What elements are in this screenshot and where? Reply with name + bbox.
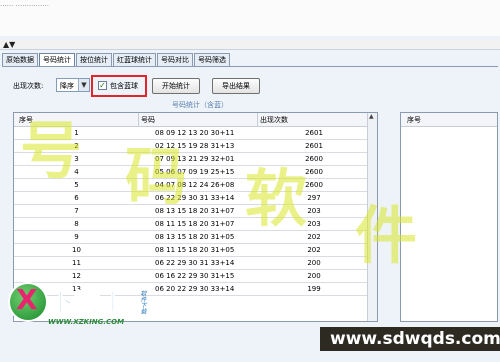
col-header-no[interactable]: 序号 xyxy=(19,115,33,125)
chevron-down-icon[interactable]: ▼ xyxy=(78,79,89,91)
table-row[interactable]: 4 05 06 07 09 19 25+15 2600 xyxy=(14,166,377,179)
tab-strip: 原始数据 号码统计 按位统计 红蓝球统计 号码对比 号码筛选 xyxy=(2,53,231,67)
cell-code: 06 16 22 29 30 31+15 xyxy=(155,272,235,280)
detail-col-no[interactable]: 序号 xyxy=(407,115,421,125)
cell-code: 08 11 15 18 20 31+05 xyxy=(155,246,235,254)
cell-count: 297 xyxy=(307,194,321,202)
cell-count: 2600 xyxy=(305,155,323,163)
grid-header: 序号 号码 出现次数 xyxy=(14,113,377,127)
collapse-bar[interactable]: ▲▼ xyxy=(0,40,500,50)
cell-count: 2601 xyxy=(305,142,323,150)
start-stats-button[interactable]: 开始统计 xyxy=(152,78,200,94)
site-watermark: www.sdwqds.com xyxy=(320,327,500,351)
cell-count: 202 xyxy=(307,233,321,241)
cell-count: 2600 xyxy=(305,168,323,176)
logo-cn-tag: 软件下载 xyxy=(139,290,146,314)
cell-count: 199 xyxy=(307,285,321,293)
cell-count: 202 xyxy=(307,246,321,254)
cell-code: 06 22 29 30 31 33+14 xyxy=(155,259,235,267)
cell-no: 5 xyxy=(74,181,79,189)
tab-raw-data[interactable]: 原始数据 xyxy=(2,53,38,66)
cell-count: 200 xyxy=(307,259,321,267)
cell-code: 08 13 15 18 20 31+07 xyxy=(155,207,235,215)
grid-rows: 1 08 09 12 13 20 30+11 2601 2 02 12 15 19 28… xyxy=(14,127,377,296)
cell-count: 203 xyxy=(307,220,321,228)
table-row[interactable]: 1 08 09 12 13 20 30+11 2601 xyxy=(14,127,377,140)
collapse-arrow-icon[interactable]: ▲▼ xyxy=(3,40,15,50)
window-title-partial: ...... ............... xyxy=(0,0,49,8)
sort-order-value: 降序 xyxy=(60,82,74,90)
sort-order-select[interactable]: 降序 ▼ xyxy=(56,78,90,92)
cell-code: 05 06 07 09 19 25+15 xyxy=(155,168,235,176)
cell-code: 06 20 22 29 30 33+14 xyxy=(155,285,235,293)
table-row[interactable]: 8 08 11 15 18 20 31+07 203 xyxy=(14,218,377,231)
table-row[interactable]: 10 08 11 15 18 20 31+05 202 xyxy=(14,244,377,257)
table-row[interactable]: 11 06 22 29 30 31 33+14 200 xyxy=(14,257,377,270)
cell-no: 11 xyxy=(72,259,81,267)
cell-code: 02 12 15 19 28 31+13 xyxy=(155,142,235,150)
col-header-code[interactable]: 号码 xyxy=(141,115,155,125)
cell-count: 200 xyxy=(307,272,321,280)
toolbar: 出现次数: 降序 ▼ ✓ 包含蓝球 开始统计 导出结果 xyxy=(2,66,498,97)
cell-no: 2 xyxy=(74,142,79,150)
logo-x-icon: X xyxy=(16,283,38,316)
top-band: ...... ............... xyxy=(0,0,500,36)
table-row[interactable]: 7 08 13 15 18 20 31+07 203 xyxy=(14,205,377,218)
table-row[interactable]: 9 08 13 15 18 20 31+05 202 xyxy=(14,231,377,244)
table-row[interactable]: 6 06 22 29 30 31 33+14 297 xyxy=(14,192,377,205)
cell-no: 4 xyxy=(74,168,79,176)
cell-count: 2601 xyxy=(305,129,323,137)
cell-no: 1 xyxy=(74,129,79,137)
tab-position-stats[interactable]: 按位统计 xyxy=(76,53,112,66)
cell-count: 2600 xyxy=(305,181,323,189)
table-row[interactable]: 5 04 07 08 12 24 26+08 2600 xyxy=(14,179,377,192)
tab-number-filter[interactable]: 号码筛选 xyxy=(194,53,230,66)
cell-no: 10 xyxy=(72,246,81,254)
grid-scrollbar[interactable]: ▲ xyxy=(367,113,377,321)
logo-url: WWW.XZKING.COM xyxy=(48,318,125,326)
cell-code: 04 07 08 12 24 26+08 xyxy=(155,181,235,189)
cell-code: 07 09 13 21 29 32+01 xyxy=(155,155,235,163)
cell-count: 203 xyxy=(307,207,321,215)
cell-no: 9 xyxy=(74,233,79,241)
tab-number-stats[interactable]: 号码统计 xyxy=(39,53,75,67)
grid-title: 号码统计（含蓝） xyxy=(172,101,228,109)
logo-name: 下载王 xyxy=(47,288,127,319)
cell-no: 8 xyxy=(74,220,79,228)
cell-code: 08 13 15 18 20 31+05 xyxy=(155,233,235,241)
table-row[interactable]: 2 02 12 15 19 28 31+13 2601 xyxy=(14,140,377,153)
cell-code: 08 11 15 18 20 31+07 xyxy=(155,220,235,228)
include-blue-label: 包含蓝球 xyxy=(110,82,138,90)
tab-number-compare[interactable]: 号码对比 xyxy=(157,53,193,66)
detail-header: 序号 xyxy=(401,113,497,127)
detail-panel: 序号 xyxy=(400,112,498,322)
tab-red-blue-stats[interactable]: 红蓝球统计 xyxy=(113,53,156,66)
cell-no: 7 xyxy=(74,207,79,215)
site-watermark-text: www.sdwqds.com xyxy=(330,329,500,349)
cell-code: 08 09 12 13 20 30+11 xyxy=(155,129,235,137)
col-header-count[interactable]: 出现次数 xyxy=(260,115,288,125)
xzking-logo: X 下载王 软件下载 WWW.XZKING.COM xyxy=(0,276,160,340)
cell-code: 06 22 29 30 31 33+14 xyxy=(155,194,235,202)
cell-no: 3 xyxy=(74,155,79,163)
table-row[interactable]: 3 07 09 13 21 29 32+01 2600 xyxy=(14,153,377,166)
scroll-up-icon[interactable]: ▲ xyxy=(369,113,374,120)
cell-no: 6 xyxy=(74,194,79,202)
include-blue-checkbox[interactable]: ✓ xyxy=(98,81,107,90)
count-label: 出现次数: xyxy=(13,82,44,90)
export-results-button[interactable]: 导出结果 xyxy=(212,78,260,94)
